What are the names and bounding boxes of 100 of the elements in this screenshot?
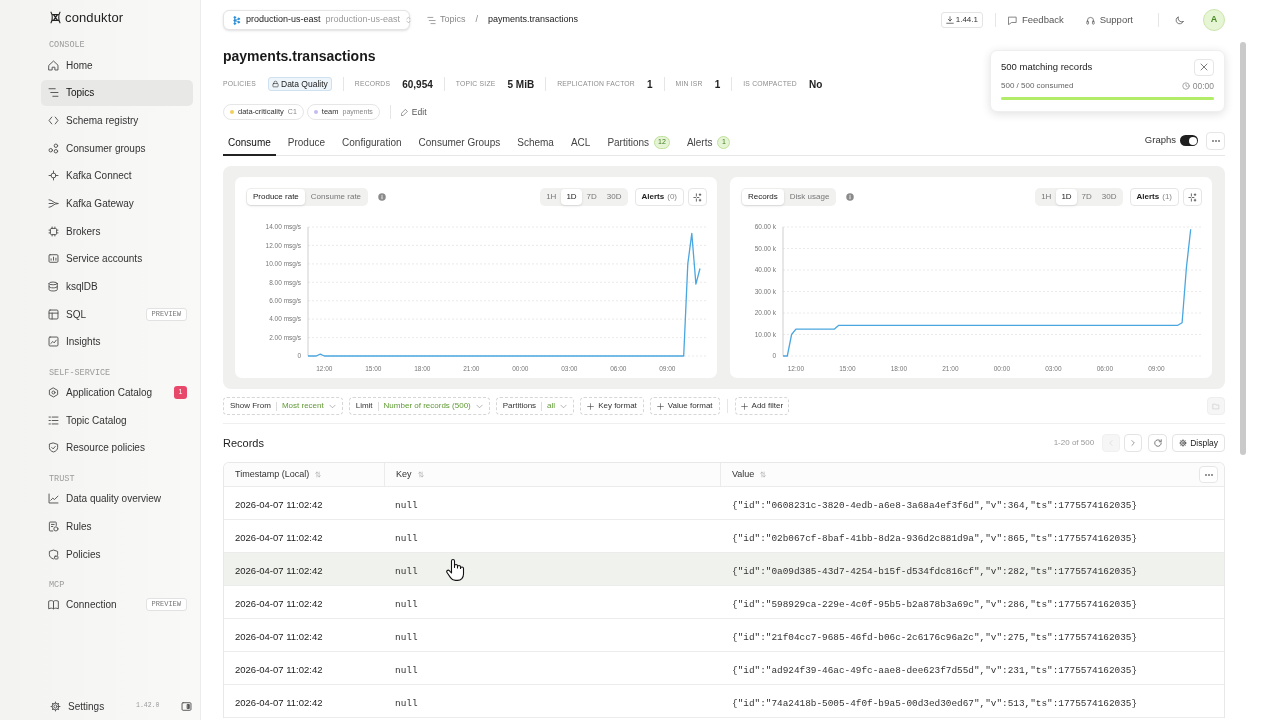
sparkle-icon — [1188, 192, 1197, 202]
close-button[interactable] — [1194, 58, 1214, 76]
display-button[interactable]: Display — [1172, 434, 1225, 452]
sort-icon — [315, 471, 322, 478]
sidebar-item[interactable]: Brokers — [41, 218, 193, 245]
metric-tab[interactable]: Records — [742, 189, 784, 205]
breadcrumb-current: payments.transactions — [488, 13, 579, 27]
tab[interactable]: Configuration — [337, 130, 407, 156]
settings-icon — [50, 700, 61, 712]
range-tab[interactable]: 1H — [541, 189, 562, 205]
sidebar-item[interactable]: Policies — [41, 541, 193, 567]
shield-check-icon — [48, 442, 59, 454]
section-title: Records — [223, 435, 264, 451]
avatar[interactable]: A — [1203, 9, 1225, 31]
range-tab[interactable]: 1H — [1036, 189, 1057, 205]
sidebar-item[interactable]: Kafka Connect — [41, 162, 193, 189]
table-cell: null — [395, 566, 418, 577]
header-link[interactable]: Feedback — [1008, 12, 1064, 28]
sidebar-item[interactable]: Kafka Gateway — [41, 190, 193, 217]
table-cell: null — [395, 632, 418, 643]
settings-icon — [1179, 439, 1188, 447]
table-cell: null — [395, 500, 418, 511]
sidebar-item[interactable]: Rules — [41, 513, 193, 540]
add-filter-button[interactable]: Add filter — [734, 397, 790, 415]
book-icon — [48, 599, 59, 611]
tab[interactable]: Produce — [282, 130, 331, 156]
add-format-button[interactable]: Key format — [580, 397, 644, 415]
range-tab[interactable]: 30D — [1096, 189, 1122, 205]
sidebar-item[interactable]: Consumer groups — [41, 135, 193, 162]
lines-icon — [427, 15, 436, 25]
environment-selector[interactable]: production-us-east production-us-east — [223, 10, 410, 30]
table-cell: 2026-04-07 11:02:42 — [235, 697, 323, 708]
tab[interactable]: Schema — [512, 130, 559, 156]
plus-icon — [740, 402, 748, 410]
breadcrumb-separator: / — [475, 13, 479, 27]
toggle-label: Graphs — [1144, 133, 1176, 148]
more-button[interactable] — [1206, 131, 1225, 150]
more-icon — [1204, 473, 1213, 476]
filter-dropdown[interactable]: Show From Most recent — [223, 397, 343, 415]
alerts-button[interactable]: Alerts (1) — [1129, 188, 1179, 206]
section-label: MCP — [49, 579, 65, 590]
tab[interactable]: Consume — [223, 130, 276, 156]
sidebar-item[interactable]: Topic Catalog — [41, 407, 193, 434]
range-tab[interactable]: 1D — [1056, 189, 1077, 205]
column-header[interactable]: Key — [396, 467, 424, 482]
table-cell: {"id":"74a2418b-5005-4f0f-b9a5-00d3ed30ed67","v":513,"ts":1775574162035} — [732, 698, 1138, 709]
graphs-toggle[interactable] — [1180, 135, 1198, 146]
column-menu-button[interactable] — [1199, 466, 1218, 483]
code-icon — [48, 114, 59, 126]
header-link[interactable]: Support — [1085, 12, 1133, 28]
table-cell: 2026-04-07 11:02:42 — [235, 565, 323, 576]
metric-tab[interactable]: Produce rate — [247, 189, 305, 205]
tab[interactable]: Consumer Groups — [413, 130, 506, 156]
filter-dropdown[interactable]: Partitions all — [495, 397, 575, 415]
column-header[interactable]: Timestamp (Local) — [235, 467, 322, 482]
metric-tab[interactable]: Disk usage — [783, 189, 836, 205]
home-icon — [48, 59, 59, 71]
table-cell: {"id":"21f04cc7-9685-46fd-b06c-2c6176c96a2c","v":275,"ts":1775574162035} — [732, 632, 1138, 643]
sidebar-item[interactable]: Service accounts — [41, 245, 193, 272]
breadcrumb-link[interactable]: Topics — [427, 13, 466, 27]
table-row[interactable]: 2026-04-07 11:02:42 null {"id":"0a09d385-43d7-4254-b15f-d534fdc816cf","v":282,"ts":1775574162035} — [224, 553, 1224, 586]
tab[interactable]: ACL — [565, 130, 596, 156]
edit-button[interactable]: Edit — [400, 105, 427, 119]
lines-icon — [48, 87, 59, 99]
sidebar-item[interactable]: Home — [41, 52, 193, 78]
column-header[interactable]: Value — [732, 467, 767, 482]
refresh-button[interactable] — [1148, 434, 1168, 452]
table-cell: 2026-04-07 11:02:42 — [235, 664, 323, 675]
add-format-button[interactable]: Value format — [649, 397, 720, 415]
alerts-button[interactable]: Alerts (0) — [634, 188, 684, 206]
sidebar-item[interactable]: Data quality overview — [41, 485, 193, 512]
stat-value: 1 — [714, 77, 721, 92]
logo-wordmark: conduktor — [65, 11, 124, 25]
range-tab[interactable]: 30D — [601, 189, 627, 205]
metric-tab[interactable]: Consume rate — [304, 189, 368, 205]
line-chart-icon — [48, 493, 59, 505]
stat-value: No — [808, 77, 823, 92]
sidebar-item[interactable]: Insights — [41, 328, 193, 355]
table-cell: 2026-04-07 11:02:42 — [235, 631, 323, 642]
sidebar-item[interactable]: Topics — [41, 79, 193, 106]
icon-button[interactable] — [688, 188, 707, 206]
chart-box-icon — [48, 336, 59, 348]
sidebar-item[interactable]: Resource policies — [41, 434, 193, 461]
version-button[interactable]: 1.44.1 — [940, 12, 983, 28]
range-tab[interactable]: 7D — [1076, 189, 1097, 205]
sidebar-item[interactable]: Settings — [50, 698, 136, 714]
panel-icon[interactable] — [181, 700, 192, 712]
sidebar-item[interactable]: Schema registry — [41, 107, 193, 134]
moon-icon[interactable] — [1175, 15, 1184, 25]
info-icon — [378, 193, 387, 201]
download-icon — [945, 16, 954, 24]
policy-badge[interactable]: Data Quality — [268, 77, 332, 91]
range-tab[interactable]: 1D — [561, 189, 582, 205]
filter-dropdown[interactable]: Limit Number of records (500) — [348, 397, 490, 415]
range-tab[interactable]: 7D — [581, 189, 602, 205]
close-icon — [1200, 63, 1208, 71]
scrollbar-thumb[interactable] — [1240, 42, 1246, 455]
table-cell: {"id":"ad924f39-46ac-49fc-aae8-dee623f7d55d","v":231,"ts":1775574162035} — [732, 665, 1138, 676]
sidebar-item[interactable]: ksqlDB — [41, 273, 193, 300]
icon-button[interactable] — [1183, 188, 1202, 206]
